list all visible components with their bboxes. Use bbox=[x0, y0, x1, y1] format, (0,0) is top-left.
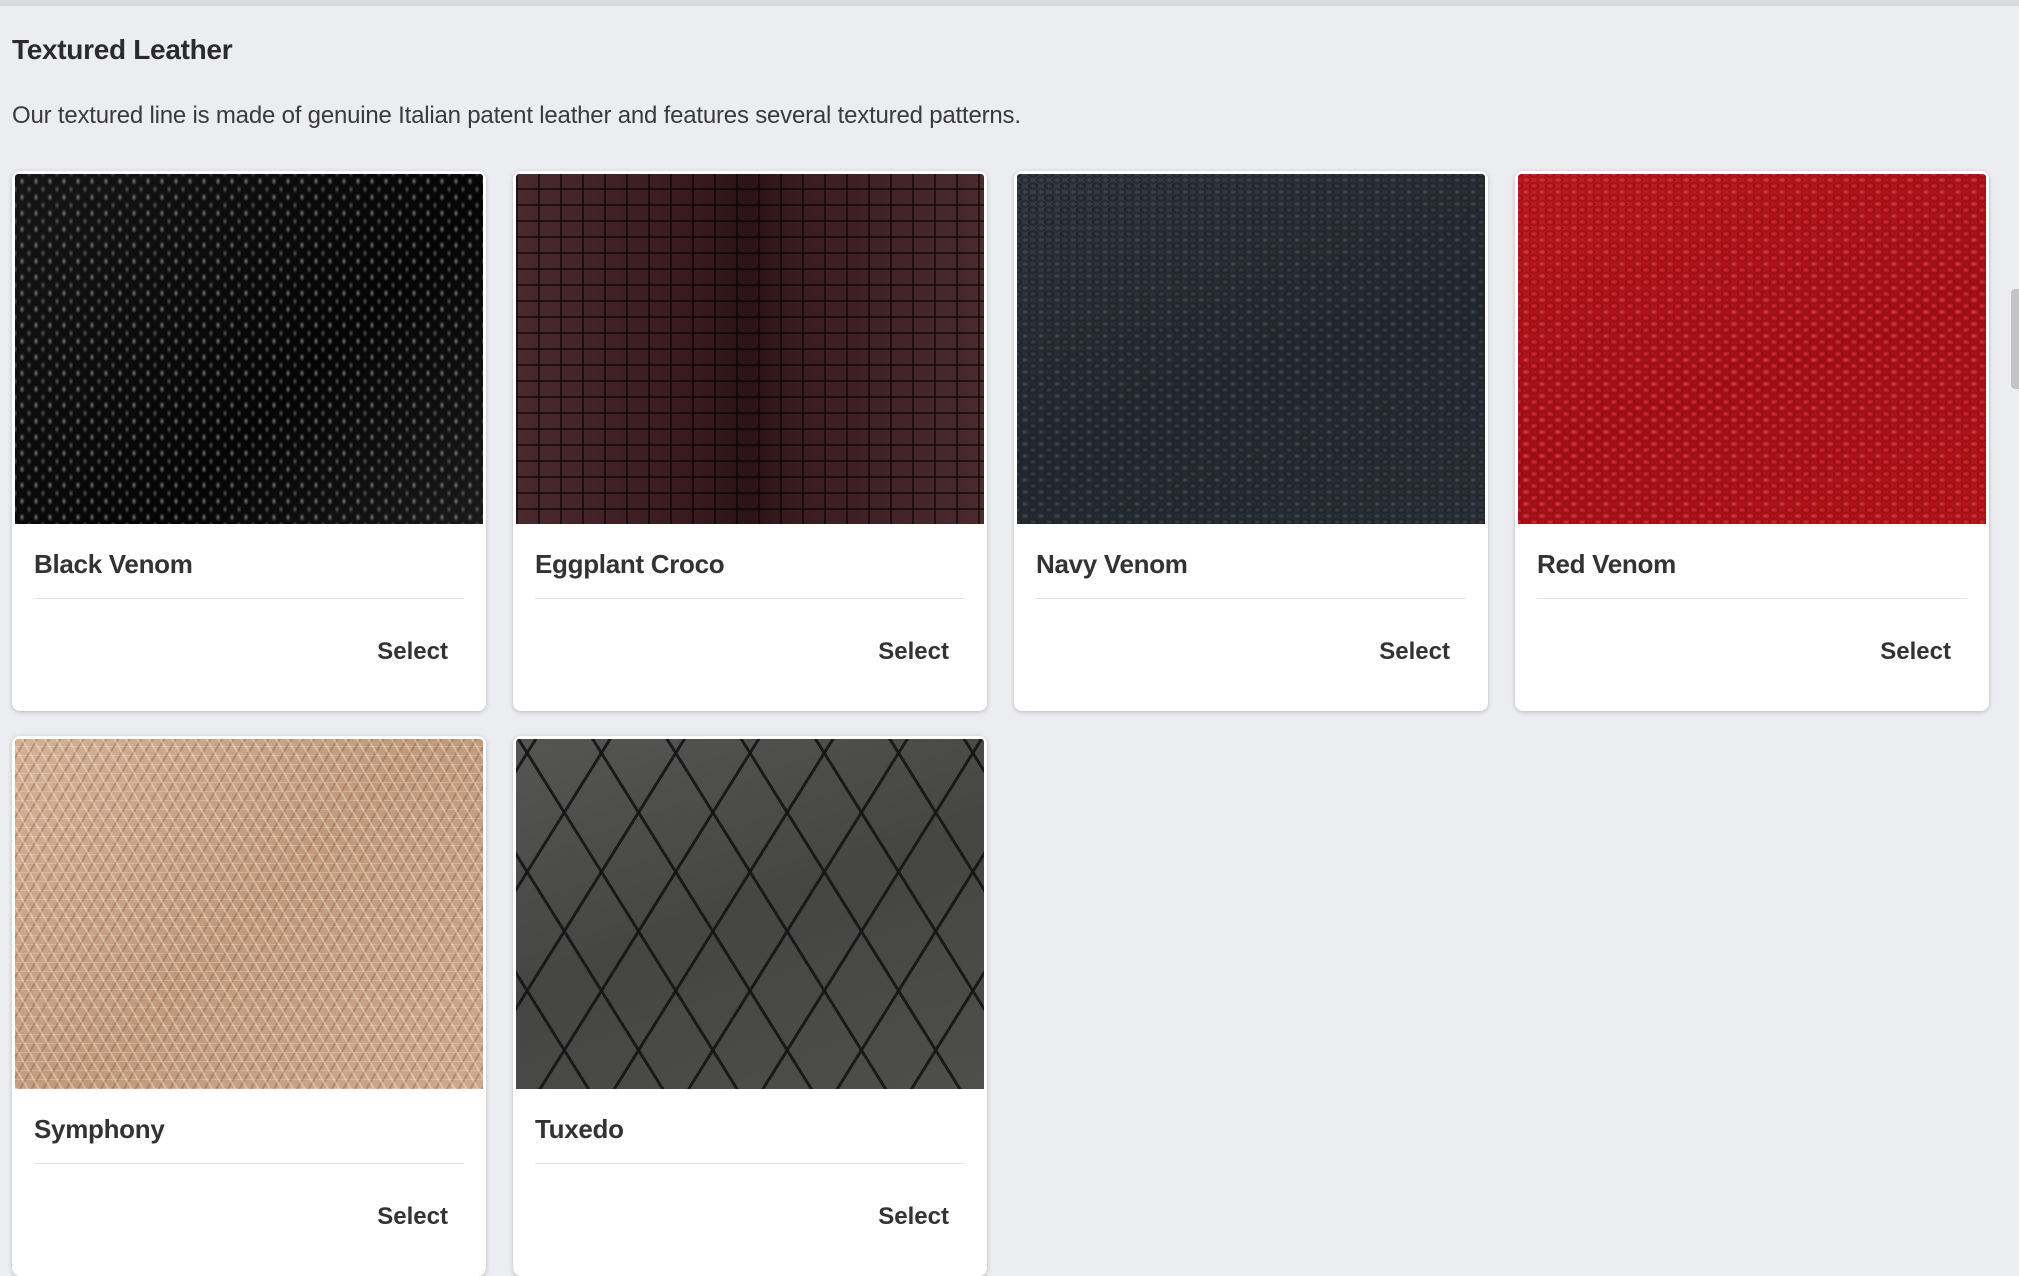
product-card-black-venom[interactable]: Black Venom Select bbox=[12, 171, 486, 711]
top-border bbox=[0, 0, 2019, 6]
product-name: Black Venom bbox=[34, 549, 193, 579]
product-name: Navy Venom bbox=[1036, 549, 1188, 579]
eggplant-croco-swatch-image[interactable] bbox=[516, 174, 984, 524]
select-button-red-venom[interactable]: Select bbox=[1880, 638, 1951, 666]
tuxedo-swatch-image[interactable] bbox=[516, 739, 984, 1089]
product-name: Tuxedo bbox=[535, 1114, 624, 1144]
product-name: Symphony bbox=[34, 1114, 165, 1144]
card-divider bbox=[1537, 598, 1967, 599]
select-button-symphony[interactable]: Select bbox=[377, 1203, 448, 1231]
navy-venom-swatch-image[interactable] bbox=[1017, 174, 1485, 524]
product-name: Eggplant Croco bbox=[535, 549, 725, 579]
black-venom-swatch-image[interactable] bbox=[15, 174, 483, 524]
card-divider bbox=[34, 1163, 464, 1164]
product-card-eggplant-croco[interactable]: Eggplant Croco Select bbox=[513, 171, 987, 711]
card-divider bbox=[34, 598, 464, 599]
select-button-tuxedo[interactable]: Select bbox=[878, 1203, 949, 1231]
product-name: Red Venom bbox=[1537, 549, 1676, 579]
product-card-symphony[interactable]: Symphony Select bbox=[12, 736, 486, 1276]
red-venom-swatch-image[interactable] bbox=[1518, 174, 1986, 524]
card-divider bbox=[535, 598, 965, 599]
product-card-tuxedo[interactable]: Tuxedo Select bbox=[513, 736, 987, 1276]
select-button-navy-venom[interactable]: Select bbox=[1379, 638, 1450, 666]
product-card-red-venom[interactable]: Red Venom Select bbox=[1515, 171, 1989, 711]
card-divider bbox=[1036, 598, 1466, 599]
card-divider bbox=[535, 1163, 965, 1164]
product-card-navy-venom[interactable]: Navy Venom Select bbox=[1014, 171, 1488, 711]
scrollbar-thumb[interactable] bbox=[2011, 289, 2019, 389]
select-button-eggplant-croco[interactable]: Select bbox=[878, 638, 949, 666]
select-button-black-venom[interactable]: Select bbox=[377, 638, 448, 666]
section-title: Textured Leather bbox=[12, 34, 233, 65]
symphony-swatch-image[interactable] bbox=[15, 739, 483, 1089]
section-description: Our textured line is made of genuine Ita… bbox=[12, 102, 1021, 129]
